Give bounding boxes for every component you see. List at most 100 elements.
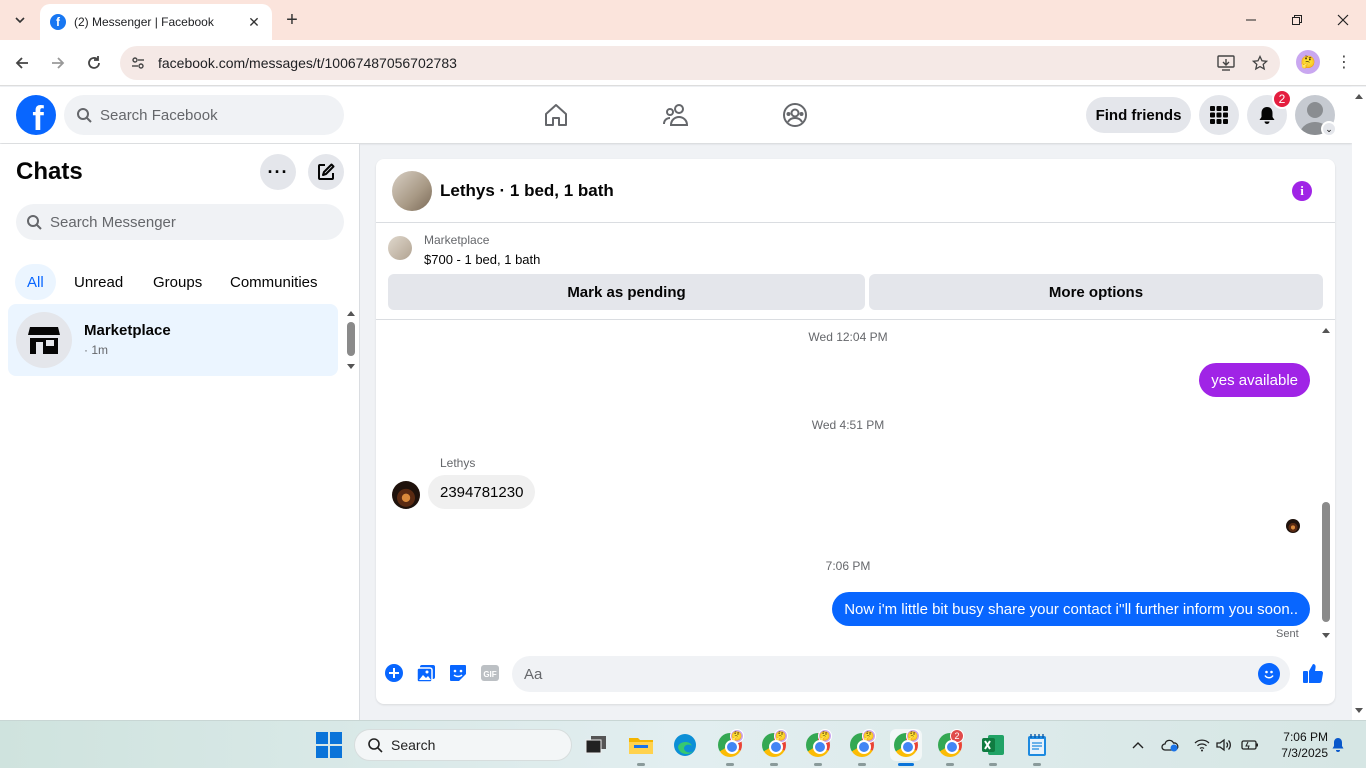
new-tab-button[interactable]: + [280,8,304,32]
conversation-title[interactable]: Lethys · 1 bed, 1 bath [440,181,614,201]
chrome-profile-5-active[interactable]: 🤔 [890,729,922,766]
sticker-button[interactable] [447,662,469,684]
attach-photo-button[interactable] [415,662,437,684]
sticker-icon [450,665,466,681]
edge-app[interactable] [669,729,701,761]
edge-icon [674,734,696,756]
mark-as-pending-button[interactable]: Mark as pending [388,274,865,310]
wifi-icon[interactable] [1192,735,1212,755]
bell-icon [1259,107,1275,124]
conversation-scrollbar[interactable] [1320,324,1332,642]
chrome-profile-1[interactable]: 🤔 [714,729,746,766]
address-bar[interactable]: facebook.com/messages/t/1006748705670278… [120,46,1280,80]
bookmark-star-icon[interactable] [1246,49,1274,77]
nav-groups[interactable] [777,97,813,133]
battery-icon[interactable] [1240,735,1260,755]
filter-groups[interactable]: Groups [141,264,214,300]
browser-tab[interactable]: f (2) Messenger | Facebook ✕ [40,4,272,40]
facebook-logo-icon[interactable]: f [16,95,56,135]
chrome-profile-6[interactable]: 2 [934,729,966,766]
browser-menu-icon[interactable]: ⋮ [1332,50,1356,74]
browser-tab-bar: f (2) Messenger | Facebook ✕ + [0,0,1366,40]
messenger-search-input[interactable]: Search Messenger [16,204,344,240]
task-view-icon [585,736,606,754]
outgoing-message[interactable]: Now i'm little bit busy share your conta… [832,592,1310,626]
peer-avatar[interactable] [392,171,432,211]
menu-button[interactable] [1199,95,1239,135]
filter-communities[interactable]: Communities [218,264,330,300]
chrome-profile-4[interactable]: 🤔 [846,729,878,766]
close-tab-icon[interactable]: ✕ [246,14,262,30]
task-view-button[interactable] [580,729,612,761]
search-placeholder: Search Facebook [100,106,218,124]
url-text[interactable]: facebook.com/messages/t/1006748705670278… [158,55,1212,71]
filter-unread[interactable]: Unread [62,264,135,300]
more-actions-button[interactable] [383,662,405,684]
thumbs-up-icon [1303,664,1324,684]
chrome-profile-3[interactable]: 🤔 [802,729,834,766]
sender-avatar[interactable] [392,481,420,509]
restore-button[interactable] [1274,0,1320,40]
chevron-down-icon [15,17,25,24]
compose-icon [318,163,335,180]
windows-logo-icon [316,732,328,744]
gif-button[interactable]: GIF [479,662,501,684]
emoji-icon[interactable] [1258,663,1280,685]
notification-bell-icon[interactable] [1328,735,1348,755]
account-chevron-icon[interactable]: ⌄ [1321,121,1337,137]
clock-date: 7/3/2025 [1281,746,1328,760]
show-hidden-icons-chevron-up-icon[interactable] [1128,735,1148,755]
more-options-button[interactable]: More options [869,274,1323,310]
chrome-badge: 2 [950,729,964,743]
notepad-icon [1028,734,1046,756]
volume-icon[interactable] [1214,735,1234,755]
conversation-panel: Lethys · 1 bed, 1 bath i Marketplace $70… [376,159,1335,704]
back-button[interactable] [8,49,36,77]
site-info-icon[interactable] [124,49,152,77]
chats-options-button[interactable]: ··· [260,154,296,190]
minimize-button[interactable] [1228,0,1274,40]
file-explorer-app[interactable] [625,729,657,766]
reload-icon [88,56,100,69]
forward-button[interactable] [44,49,72,77]
chat-meta: · 1m [84,343,108,357]
facebook-search-input[interactable]: Search Facebook [64,95,344,135]
browser-profile-avatar[interactable]: 🤔 [1296,50,1320,74]
incoming-message[interactable]: 2394781230 [428,475,536,509]
onedrive-sync-icon[interactable] [1160,735,1180,755]
message-input[interactable]: Aa [512,656,1290,692]
info-icon[interactable]: i [1292,181,1312,201]
nav-home[interactable] [538,97,574,133]
sender-name: Lethys [440,456,476,470]
install-app-icon[interactable] [1212,49,1240,77]
filter-all[interactable]: All [15,264,56,300]
close-icon [1337,14,1349,26]
notepad-app[interactable] [1021,729,1053,766]
notification-badge: 2 [1272,89,1292,109]
find-friends-button[interactable]: Find friends [1086,97,1191,133]
storefront-icon [28,327,60,354]
home-icon [545,104,567,126]
chrome-icon: 🤔 [806,729,832,757]
nav-friends[interactable] [658,97,694,133]
taskbar-search[interactable]: Search [354,729,572,761]
chat-list-item[interactable]: Marketplace · 1m [8,304,338,376]
listing-title[interactable]: $700 - 1 bed, 1 bath [424,252,540,267]
chrome-profile-2[interactable]: 🤔 [758,729,790,766]
listing-thumbnail[interactable] [388,236,412,260]
new-message-button[interactable] [308,154,344,190]
chat-avatar [16,312,72,368]
excel-icon [982,735,1004,755]
chrome-icon: 🤔 [762,729,788,757]
like-button[interactable] [1301,661,1325,685]
excel-app[interactable] [977,729,1009,766]
chat-list-scrollbar[interactable] [344,308,358,372]
search-icon [77,108,92,123]
outgoing-message[interactable]: yes available [1199,363,1310,397]
page-scrollbar[interactable] [1352,87,1366,720]
tab-search-button[interactable] [6,6,34,34]
reload-button[interactable] [80,49,108,77]
system-clock[interactable]: 7:06 PM 7/3/2025 [1268,729,1328,761]
start-button[interactable] [316,732,342,758]
close-window-button[interactable] [1320,0,1366,40]
